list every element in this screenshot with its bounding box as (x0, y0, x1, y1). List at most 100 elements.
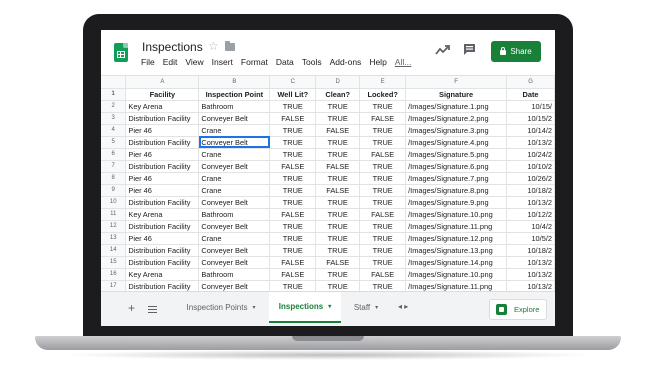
sheets-logo-icon[interactable] (114, 43, 128, 62)
table-cell[interactable]: 10/14/2 (506, 124, 555, 137)
menu-all-changes[interactable]: All... (395, 57, 412, 67)
table-cell[interactable]: Pier 46 (125, 172, 200, 185)
table-cell[interactable]: Conveyer Belt (198, 256, 271, 269)
table-cell[interactable]: /Images/Signature.6.png (405, 160, 508, 173)
table-cell[interactable]: Conveyer Belt (198, 112, 271, 125)
table-cell[interactable]: FALSE (269, 268, 317, 281)
table-cell[interactable]: TRUE (359, 160, 407, 173)
table-cell[interactable]: Bathroom (198, 100, 271, 113)
header-cell[interactable]: Facility (125, 88, 200, 101)
table-cell[interactable]: FALSE (359, 148, 407, 161)
table-cell[interactable]: TRUE (269, 196, 317, 209)
table-cell[interactable]: 10/15/2 (506, 112, 555, 125)
row-number[interactable]: 9 (101, 184, 127, 197)
table-cell[interactable]: TRUE (359, 136, 407, 149)
spreadsheet-grid[interactable]: A B C D E F G 1 Facility Inspection Poin… (101, 75, 555, 291)
table-cell[interactable]: TRUE (315, 280, 361, 291)
table-cell[interactable]: Key Arena (125, 268, 200, 281)
menu-edit[interactable]: Edit (163, 57, 178, 67)
table-cell[interactable]: 10/13/2 (506, 136, 555, 149)
menu-insert[interactable]: Insert (212, 57, 233, 67)
table-cell[interactable]: 10/13/2 (506, 268, 555, 281)
share-button[interactable]: Share (491, 41, 541, 62)
table-cell[interactable]: Crane (198, 184, 271, 197)
select-all-corner[interactable] (101, 76, 127, 89)
table-cell[interactable]: Distribution Facility (125, 244, 200, 257)
table-cell[interactable]: 10/5/2 (506, 232, 555, 245)
menu-format[interactable]: Format (241, 57, 268, 67)
header-cell[interactable]: Signature (405, 88, 508, 101)
table-cell[interactable]: 10/13/2 (506, 256, 555, 269)
header-cell[interactable]: Locked? (359, 88, 407, 101)
table-cell[interactable]: TRUE (315, 268, 361, 281)
star-icon[interactable]: ☆ (208, 39, 219, 53)
table-cell[interactable]: Conveyer Belt (198, 244, 271, 257)
table-cell[interactable]: Bathroom (198, 268, 271, 281)
table-cell[interactable]: 10/18/2 (506, 244, 555, 257)
table-cell[interactable]: /Images/Signature.4.png (405, 136, 508, 149)
table-cell[interactable]: 10/18/2 (506, 184, 555, 197)
table-cell[interactable]: FALSE (269, 112, 317, 125)
table-cell[interactable]: 10/13/2 (506, 280, 555, 291)
table-cell[interactable]: TRUE (315, 196, 361, 209)
table-cell[interactable]: TRUE (269, 172, 317, 185)
table-cell[interactable]: TRUE (359, 196, 407, 209)
row-number[interactable]: 17 (101, 280, 127, 291)
table-cell[interactable]: Crane (198, 124, 271, 137)
row-number[interactable]: 13 (101, 232, 127, 245)
column-header[interactable]: B (198, 76, 271, 89)
table-cell[interactable]: Pier 46 (125, 232, 200, 245)
menu-tools[interactable]: Tools (302, 57, 322, 67)
table-cell[interactable]: Key Arena (125, 100, 200, 113)
table-cell[interactable]: TRUE (315, 208, 361, 221)
table-cell[interactable]: TRUE (315, 112, 361, 125)
row-number[interactable]: 14 (101, 244, 127, 257)
table-cell[interactable]: TRUE (269, 148, 317, 161)
table-cell[interactable]: TRUE (315, 172, 361, 185)
table-cell[interactable]: TRUE (269, 124, 317, 137)
table-cell[interactable]: /Images/Signature.1.png (405, 100, 508, 113)
table-cell[interactable]: Bathroom (198, 208, 271, 221)
table-cell[interactable]: /Images/Signature.7.png (405, 172, 508, 185)
table-cell[interactable]: /Images/Signature.11.png (405, 280, 508, 291)
row-number[interactable]: 3 (101, 112, 127, 125)
table-cell[interactable]: /Images/Signature.12.png (405, 232, 508, 245)
table-cell[interactable]: Distribution Facility (125, 112, 200, 125)
table-cell[interactable]: Pier 46 (125, 124, 200, 137)
menu-help[interactable]: Help (369, 57, 386, 67)
table-cell[interactable]: 10/12/2 (506, 208, 555, 221)
tab-staff[interactable]: Staff ▾ (343, 292, 389, 323)
row-number[interactable]: 12 (101, 220, 127, 233)
table-cell[interactable]: Crane (198, 232, 271, 245)
table-cell[interactable]: /Images/Signature.14.png (405, 256, 508, 269)
table-cell[interactable]: TRUE (269, 232, 317, 245)
column-header[interactable]: A (125, 76, 200, 89)
header-cell[interactable]: Clean? (315, 88, 361, 101)
column-header[interactable]: F (405, 76, 508, 89)
table-cell[interactable]: FALSE (359, 208, 407, 221)
table-cell[interactable]: TRUE (359, 244, 407, 257)
table-cell[interactable]: FALSE (359, 112, 407, 125)
table-cell[interactable]: 10/10/2 (506, 160, 555, 173)
row-number[interactable]: 4 (101, 124, 127, 137)
column-header[interactable]: D (315, 76, 361, 89)
header-cell[interactable]: Date (506, 88, 555, 101)
add-sheet-icon[interactable]: + (128, 301, 135, 315)
table-cell[interactable]: /Images/Signature.2.png (405, 112, 508, 125)
table-cell[interactable]: Crane (198, 172, 271, 185)
table-cell[interactable]: TRUE (359, 220, 407, 233)
table-cell[interactable]: 10/4/2 (506, 220, 555, 233)
table-cell[interactable]: Pier 46 (125, 184, 200, 197)
tab-inspection-points[interactable]: Inspection Points ▾ (173, 292, 269, 323)
table-cell[interactable]: TRUE (269, 184, 317, 197)
table-cell[interactable]: TRUE (269, 280, 317, 291)
row-number[interactable]: 2 (101, 100, 127, 113)
table-cell[interactable]: FALSE (315, 124, 361, 137)
table-cell[interactable]: Conveyer Belt (198, 160, 271, 173)
table-cell[interactable]: 10/26/2 (506, 172, 555, 185)
table-cell[interactable]: TRUE (315, 100, 361, 113)
column-header[interactable]: G (506, 76, 555, 89)
row-number[interactable]: 7 (101, 160, 127, 173)
table-cell[interactable]: Distribution Facility (125, 136, 200, 149)
table-cell[interactable]: TRUE (359, 100, 407, 113)
